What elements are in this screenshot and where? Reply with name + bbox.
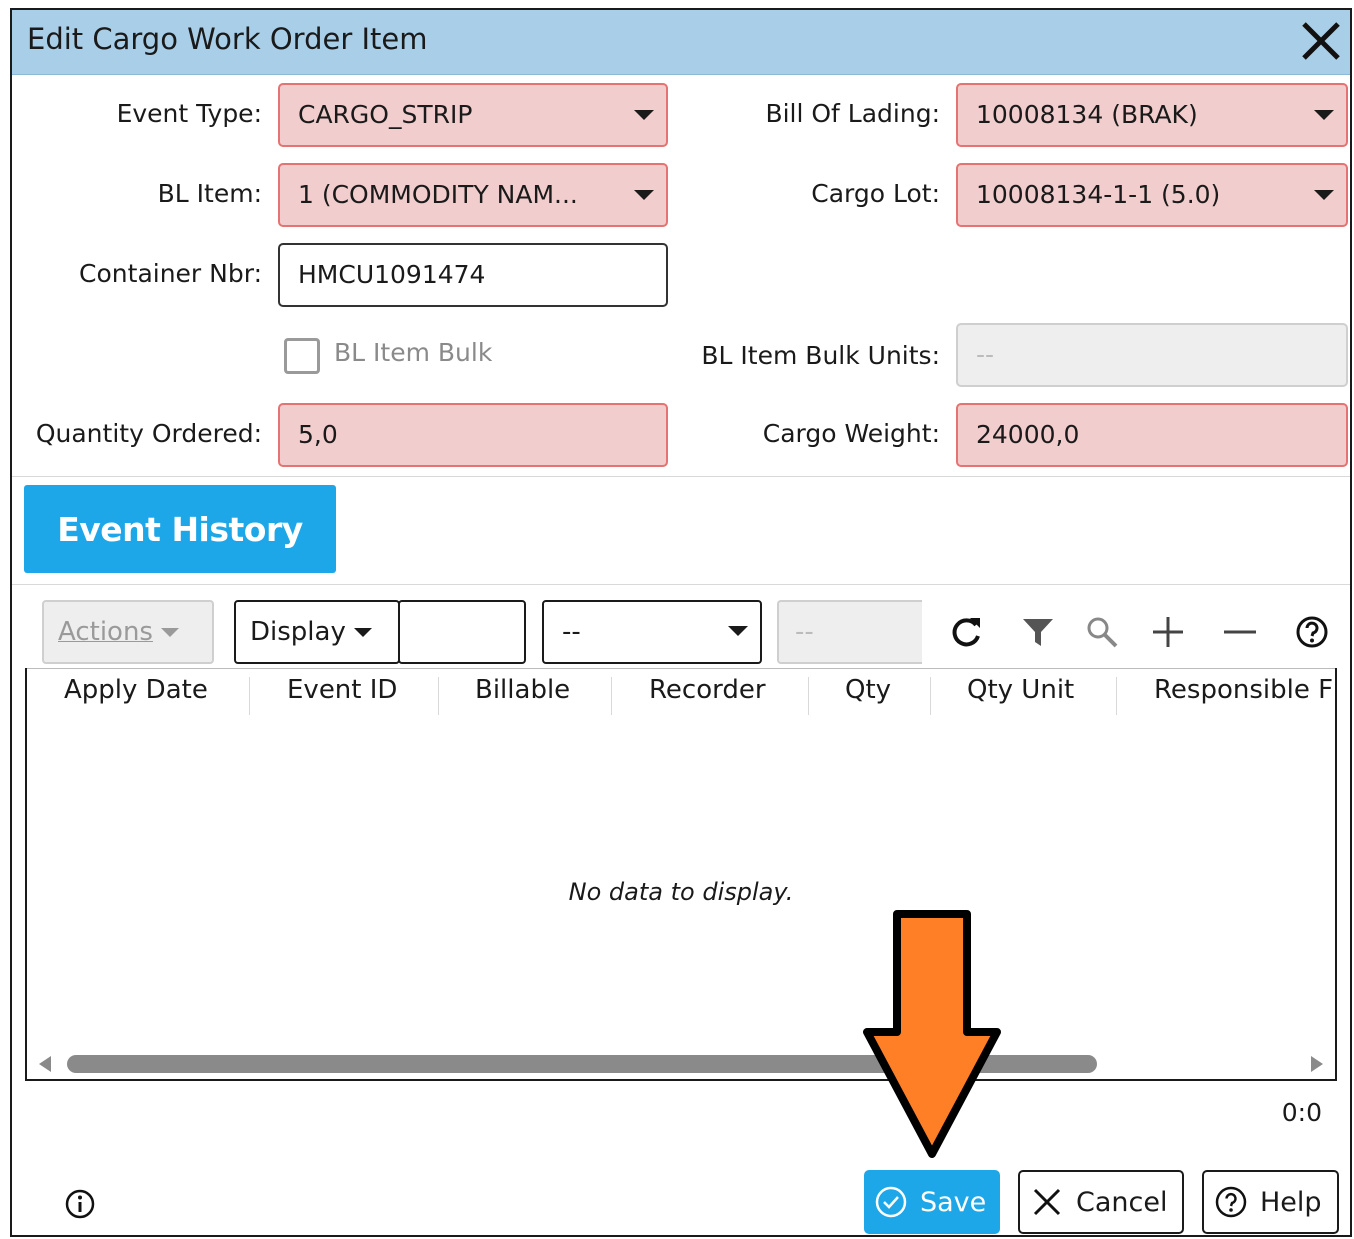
container-nbr-label: Container Nbr: <box>79 259 262 288</box>
check-circle-icon <box>875 1186 907 1218</box>
search-icon[interactable] <box>1084 614 1120 650</box>
bl-item-select[interactable]: 1 (COMMODITY NAM... <box>278 163 668 227</box>
cargo-weight-value: 24000,0 <box>976 420 1080 449</box>
chevron-down-icon <box>634 190 654 200</box>
container-nbr-value: HMCU1091474 <box>298 260 486 289</box>
quantity-ordered-label: Quantity Ordered: <box>35 419 262 448</box>
display-text-input[interactable] <box>398 600 526 664</box>
dialog-titlebar: Edit Cargo Work Order Item <box>12 10 1350 75</box>
cancel-label: Cancel <box>1076 1186 1168 1218</box>
empty-message: No data to display. <box>568 878 794 906</box>
column-divider <box>611 677 612 715</box>
bl-item-bulk-units-input: -- <box>956 323 1348 387</box>
quantity-ordered-input[interactable]: 5,0 <box>278 403 668 467</box>
column-divider <box>249 677 250 715</box>
remove-icon[interactable] <box>1222 614 1258 650</box>
display-button[interactable]: Display <box>234 600 400 664</box>
bill-of-lading-select[interactable]: 10008134 (BRAK) <box>956 83 1348 147</box>
column-divider <box>808 677 809 715</box>
bl-item-bulk-units-label: BL Item Bulk Units: <box>701 341 940 370</box>
info-icon[interactable] <box>64 1188 96 1220</box>
column-divider <box>930 677 931 715</box>
quantity-ordered-value: 5,0 <box>298 420 338 449</box>
actions-label: Actions <box>58 617 153 647</box>
edit-cargo-work-order-dialog: Edit Cargo Work Order Item Event Type: C… <box>10 8 1352 1237</box>
cargo-weight-label: Cargo Weight: <box>762 419 940 448</box>
bl-item-bulk-units-value: -- <box>976 340 995 369</box>
filter-icon[interactable] <box>1020 614 1056 650</box>
help-button[interactable]: Help <box>1202 1170 1339 1234</box>
column-divider <box>1116 677 1117 715</box>
refresh-icon[interactable] <box>948 614 984 650</box>
event-type-select[interactable]: CARGO_STRIP <box>278 83 668 147</box>
annotation-arrow-icon <box>863 910 1001 1158</box>
dialog-title: Edit Cargo Work Order Item <box>27 22 428 56</box>
column-header[interactable]: Responsible F <box>1154 675 1333 705</box>
grid-header: Apply Date Event ID Billable Recorder Qt… <box>27 668 1335 715</box>
chevron-down-icon <box>728 626 748 636</box>
chevron-down-icon <box>353 628 372 637</box>
section-divider <box>12 584 1350 585</box>
cargo-weight-input[interactable]: 24000,0 <box>956 403 1348 467</box>
chevron-down-icon <box>634 110 654 120</box>
bl-item-label: BL Item: <box>157 179 262 208</box>
bl-item-bulk-label: BL Item Bulk <box>334 338 493 367</box>
add-icon[interactable] <box>1150 614 1186 650</box>
cancel-button[interactable]: Cancel <box>1018 1170 1184 1234</box>
event-type-label: Event Type: <box>116 99 262 128</box>
event-type-value: CARGO_STRIP <box>298 100 473 129</box>
filter-value-input: -- <box>777 600 922 664</box>
display-label: Display <box>250 617 346 647</box>
form-divider <box>12 476 1350 477</box>
horizontal-scrollbar[interactable] <box>27 1049 1335 1079</box>
close-icon <box>1033 1188 1061 1216</box>
save-label: Save <box>920 1186 987 1218</box>
chevron-down-icon <box>160 628 179 637</box>
column-header[interactable]: Recorder <box>649 675 766 705</box>
column-header[interactable]: Apply Date <box>64 675 208 705</box>
cargo-lot-value: 10008134-1-1 (5.0) <box>976 180 1221 209</box>
help-icon <box>1215 1186 1247 1218</box>
chevron-down-icon <box>1314 190 1334 200</box>
event-history-tab[interactable]: Event History <box>24 485 336 573</box>
save-button[interactable]: Save <box>864 1170 1000 1234</box>
bl-item-value: 1 (COMMODITY NAM... <box>298 180 578 209</box>
column-header[interactable]: Event ID <box>287 675 397 705</box>
bill-of-lading-value: 10008134 (BRAK) <box>976 100 1198 129</box>
filter-value: -- <box>795 617 814 647</box>
column-header[interactable]: Qty Unit <box>967 675 1074 705</box>
filter-select[interactable]: -- <box>542 600 762 664</box>
actions-button: Actions <box>42 600 214 664</box>
container-nbr-input[interactable]: HMCU1091474 <box>278 243 668 307</box>
filter-select-value: -- <box>562 617 581 647</box>
scroll-left-icon[interactable] <box>39 1056 51 1072</box>
event-history-grid: Apply Date Event ID Billable Recorder Qt… <box>25 668 1337 1081</box>
close-icon[interactable] <box>1298 18 1344 64</box>
record-counter: 0:0 <box>1281 1098 1322 1127</box>
help-label: Help <box>1260 1186 1322 1218</box>
help-icon[interactable] <box>1294 614 1330 650</box>
bl-item-bulk-checkbox[interactable] <box>284 338 320 374</box>
bill-of-lading-label: Bill Of Lading: <box>765 99 940 128</box>
column-divider <box>438 677 439 715</box>
column-header[interactable]: Billable <box>475 675 570 705</box>
chevron-down-icon <box>1314 110 1334 120</box>
cargo-lot-label: Cargo Lot: <box>811 179 940 208</box>
cargo-lot-select[interactable]: 10008134-1-1 (5.0) <box>956 163 1348 227</box>
scroll-right-icon[interactable] <box>1311 1056 1323 1072</box>
column-header[interactable]: Qty <box>845 675 891 705</box>
